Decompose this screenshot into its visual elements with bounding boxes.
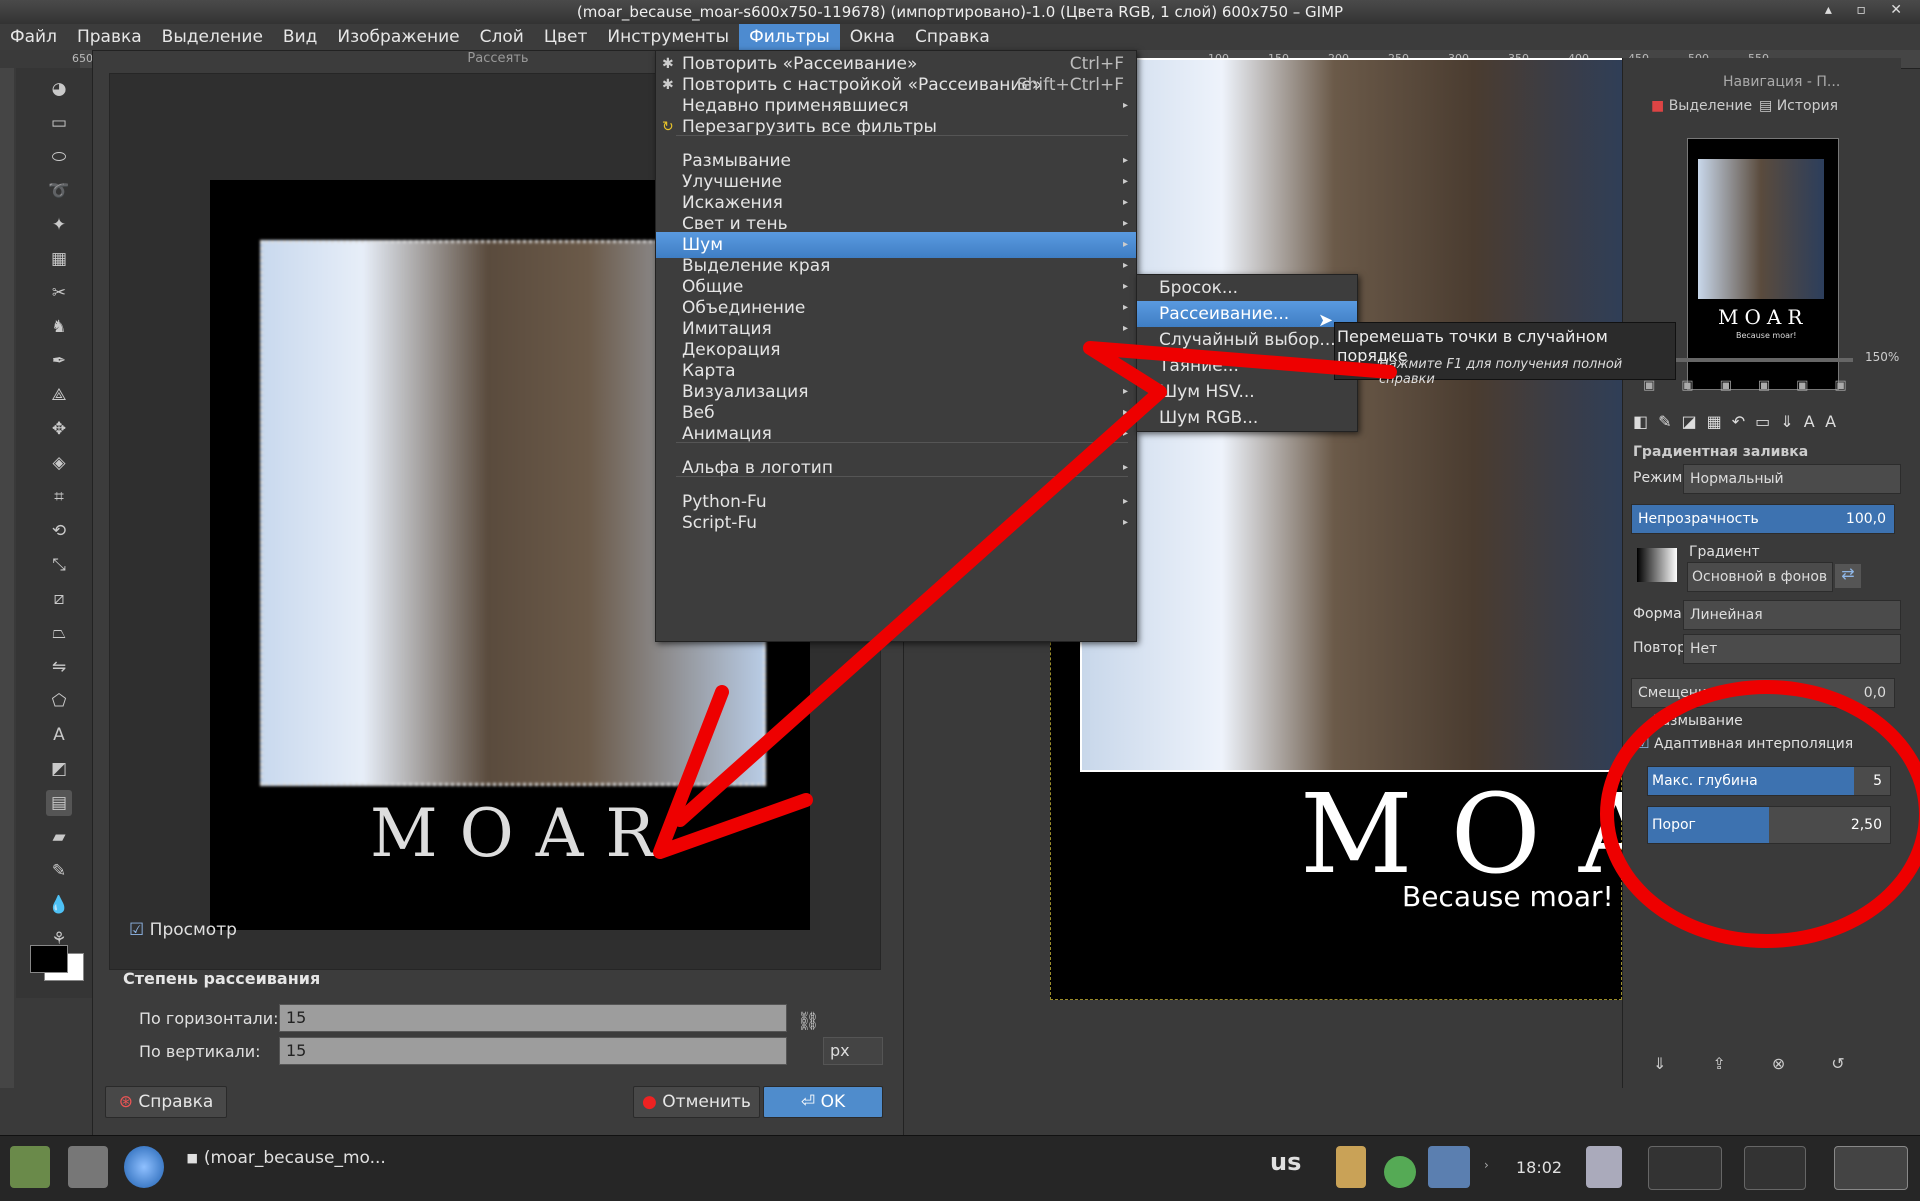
workspace-1[interactable] xyxy=(1648,1146,1722,1190)
taskbar-window-label: (moar_because_mo... xyxy=(203,1148,386,1168)
browser-globe-icon[interactable] xyxy=(124,1146,164,1188)
clipboard-icon[interactable] xyxy=(1336,1146,1366,1188)
camera-icon[interactable] xyxy=(68,1146,108,1188)
file-manager-icon[interactable] xyxy=(10,1146,50,1188)
workspace-3[interactable] xyxy=(1834,1146,1908,1190)
taskbar: ◾ (moar_because_mo... us › 18:02 xyxy=(0,1135,1920,1201)
annotation-overlay xyxy=(653,341,1397,859)
clock: 18:02 xyxy=(1516,1158,1563,1177)
annotation-arrow xyxy=(673,341,1397,827)
keyboard-layout[interactable]: us xyxy=(1270,1148,1301,1176)
network-icon[interactable] xyxy=(1428,1146,1470,1188)
tray-arrow-icon[interactable]: › xyxy=(1484,1158,1489,1172)
user-penguin-icon[interactable] xyxy=(1586,1146,1622,1188)
annotation-circle xyxy=(1600,680,1920,948)
gimp-small-icon: ◾ xyxy=(186,1148,199,1168)
workspace-2[interactable] xyxy=(1744,1146,1806,1190)
chat-icon[interactable] xyxy=(1384,1156,1416,1188)
taskbar-window-button[interactable]: ◾ (moar_because_mo... xyxy=(186,1148,386,1168)
